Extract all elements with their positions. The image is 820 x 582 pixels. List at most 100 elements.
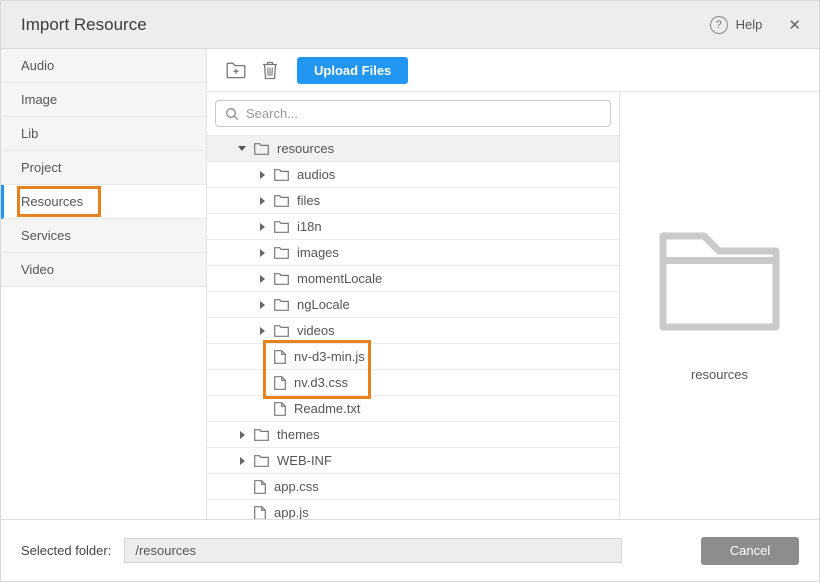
- import-resource-dialog: Import Resource ? Help ✕ Audio ImageLibPr…: [0, 0, 820, 582]
- tree-row[interactable]: momentLocale: [207, 266, 619, 292]
- tree-row[interactable]: nv.d3.css: [207, 370, 619, 396]
- tree-row-label: momentLocale: [297, 271, 382, 286]
- tree-row-label: app.js: [274, 505, 309, 519]
- tree-row-label: Readme.txt: [294, 401, 360, 416]
- folder-icon: [274, 194, 289, 207]
- tree-row[interactable]: nv-d3-min.js: [207, 344, 619, 370]
- sidebar-item-services[interactable]: Services: [1, 219, 206, 253]
- content-area: resources audios files i18n images momentLoca…: [207, 92, 819, 519]
- tree-row[interactable]: Readme.txt: [207, 396, 619, 422]
- tree-row-label: app.css: [274, 479, 319, 494]
- chevron-right-icon[interactable]: [260, 301, 265, 309]
- file-icon: [274, 350, 286, 364]
- sidebar-item-video[interactable]: Video: [1, 253, 206, 287]
- file-icon: [274, 376, 286, 390]
- tree-row[interactable]: i18n: [207, 214, 619, 240]
- file-icon: [274, 402, 286, 416]
- file-icon: [274, 376, 286, 390]
- file-icon: [254, 506, 266, 520]
- tree-row[interactable]: resources: [207, 136, 619, 162]
- close-icon[interactable]: ✕: [788, 16, 801, 34]
- chevron-right-icon[interactable]: [260, 223, 265, 231]
- folder-icon: [274, 194, 289, 207]
- cancel-button[interactable]: Cancel: [701, 537, 799, 565]
- folder-icon: [254, 142, 269, 155]
- tree-row-label: ngLocale: [297, 297, 350, 312]
- preview-panel: resources: [620, 92, 819, 519]
- search-bar: [207, 92, 619, 135]
- toolbar: Upload Files: [207, 49, 819, 92]
- sidebar-item-project[interactable]: Project: [1, 151, 206, 185]
- selected-folder-label: Selected folder:: [21, 543, 111, 558]
- file-icon: [254, 480, 266, 494]
- folder-icon: [254, 428, 269, 441]
- dialog-footer: Selected folder: Cancel: [1, 519, 819, 581]
- page-title: Import Resource: [21, 15, 147, 35]
- header-actions: ? Help ✕: [710, 16, 801, 34]
- tree-row[interactable]: ngLocale: [207, 292, 619, 318]
- folder-icon: [274, 324, 289, 337]
- tree-row-label: nv.d3.css: [294, 375, 348, 390]
- tree-row[interactable]: WEB-INF: [207, 448, 619, 474]
- tree-row-label: nv-d3-min.js: [294, 349, 365, 364]
- help-link[interactable]: Help: [736, 17, 763, 32]
- folder-icon: [274, 298, 289, 311]
- folder-icon: [254, 142, 269, 155]
- new-folder-button[interactable]: [224, 60, 248, 81]
- tree-row-label: themes: [277, 427, 320, 442]
- folder-preview-icon: [657, 229, 782, 331]
- tree-row[interactable]: app.css: [207, 474, 619, 500]
- sidebar-item-label: Video: [21, 262, 54, 277]
- upload-files-button[interactable]: Upload Files: [297, 57, 408, 84]
- dialog-body: Audio ImageLibProjectResources Services Vid…: [1, 49, 819, 519]
- tree-row[interactable]: themes: [207, 422, 619, 448]
- tree-row-label: images: [297, 245, 339, 260]
- folder-icon: [254, 454, 269, 467]
- search-box[interactable]: [215, 100, 611, 127]
- chevron-right-icon[interactable]: [260, 275, 265, 283]
- folder-icon: [274, 220, 289, 233]
- tree-row-label: i18n: [297, 219, 322, 234]
- selected-folder-input[interactable]: [124, 538, 622, 563]
- tree-row[interactable]: files: [207, 188, 619, 214]
- chevron-right-icon[interactable]: [260, 327, 265, 335]
- tree-row[interactable]: images: [207, 240, 619, 266]
- chevron-down-icon[interactable]: [238, 146, 246, 151]
- sidebar-item-lib[interactable]: Lib: [1, 117, 206, 151]
- folder-icon: [254, 454, 269, 467]
- file-icon: [254, 506, 266, 520]
- sidebar-item-resources[interactable]: Resources: [1, 185, 206, 219]
- chevron-right-icon[interactable]: [240, 457, 245, 465]
- chevron-right-icon[interactable]: [260, 197, 265, 205]
- tree-row[interactable]: audios: [207, 162, 619, 188]
- tree-row-label: resources: [277, 141, 334, 156]
- chevron-right-icon[interactable]: [260, 171, 265, 179]
- chevron-right-icon[interactable]: [240, 431, 245, 439]
- tree-row-label: files: [297, 193, 320, 208]
- sidebar-item-image[interactable]: Image: [1, 83, 206, 117]
- search-icon: [225, 107, 239, 121]
- folder-icon: [274, 324, 289, 337]
- sidebar-item-label: Audio: [21, 58, 54, 73]
- sidebar-item-audio[interactable]: Audio: [1, 49, 206, 83]
- folder-icon: [274, 272, 289, 285]
- file-tree: resources audios files i18n images momentLoca…: [207, 135, 619, 519]
- question-circle-icon[interactable]: ?: [710, 16, 728, 34]
- folder-icon: [274, 246, 289, 259]
- tree-row[interactable]: videos: [207, 318, 619, 344]
- tree-row[interactable]: app.js: [207, 500, 619, 519]
- search-input[interactable]: [246, 106, 601, 121]
- folder-icon: [274, 220, 289, 233]
- tree-row-label: WEB-INF: [277, 453, 332, 468]
- file-icon: [274, 350, 286, 364]
- folder-icon: [254, 428, 269, 441]
- chevron-right-icon[interactable]: [260, 249, 265, 257]
- sidebar-item-label: Services: [21, 228, 71, 243]
- dialog-header: Import Resource ? Help ✕: [1, 1, 819, 49]
- sidebar: Audio ImageLibProjectResources Services Vid…: [1, 49, 207, 519]
- folder-icon: [274, 272, 289, 285]
- delete-button[interactable]: [260, 59, 280, 82]
- tree-row-label: audios: [297, 167, 335, 182]
- trash-icon: [262, 61, 278, 80]
- folder-icon: [274, 168, 289, 181]
